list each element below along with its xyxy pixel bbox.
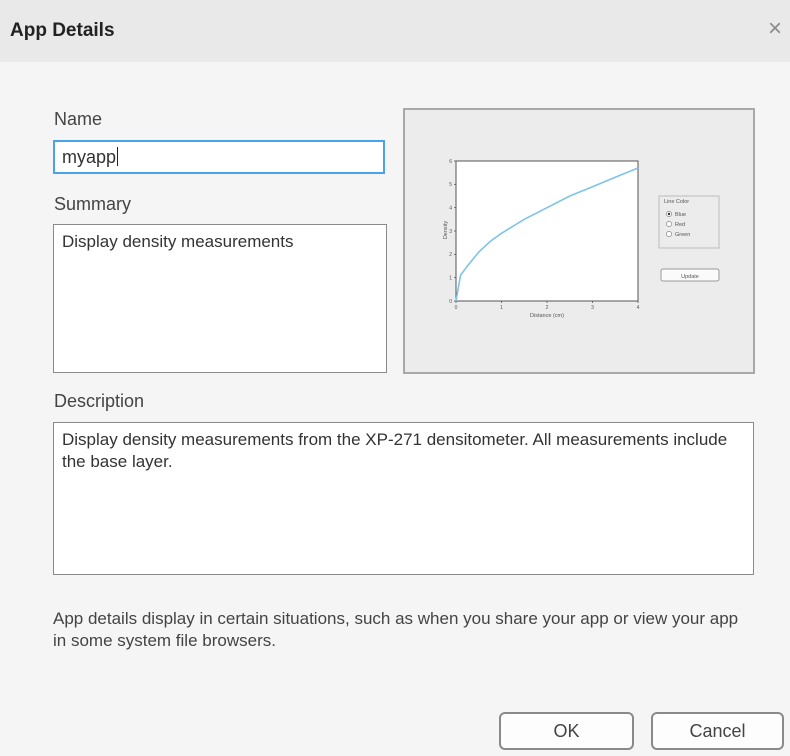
summary-textarea[interactable]: Display density measurements (53, 224, 387, 373)
text-caret (117, 147, 119, 166)
preview-ylabel: Density (443, 221, 449, 240)
preview-y-tick-label: 3 (449, 229, 452, 235)
preview-y-tick-label: 1 (449, 275, 452, 281)
preview-x-tick-label: 3 (591, 305, 594, 311)
preview-y-tick-label: 4 (449, 205, 452, 211)
radio-label-red: Red (675, 222, 685, 228)
summary-label: Summary (54, 194, 132, 214)
name-label: Name (54, 109, 103, 129)
update-button-label: Update (681, 274, 699, 280)
preview-y-tick-label: 6 (449, 159, 452, 165)
app-screenshot-preview[interactable]: 0 1 2 3 4 5 6 0 1 2 3 4 Density Distance (cm) Line… (403, 108, 755, 374)
ok-button[interactable]: OK (499, 712, 634, 750)
radio-red (666, 221, 672, 227)
cancel-button[interactable]: Cancel (651, 712, 784, 750)
preview-x-tick-label: 2 (546, 305, 549, 311)
name-input[interactable]: myapp (53, 140, 385, 174)
preview-x-tick-label: 4 (637, 305, 640, 311)
preview-y-tick-label: 5 (449, 182, 452, 188)
summary-text: Display density measurements (62, 232, 294, 251)
radio-selected-dot (667, 212, 671, 216)
preview-x-ticks: 0 1 2 3 4 (455, 301, 640, 311)
description-text: Display density measurements from the XP… (62, 430, 728, 471)
radio-green (666, 231, 672, 237)
name-input-value: myapp (62, 147, 117, 167)
description-textarea[interactable]: Display density measurements from the XP… (53, 422, 754, 575)
dialog-titlebar: App Details × (0, 0, 790, 62)
dialog-title: App Details (10, 20, 115, 41)
preview-figure: 0 1 2 3 4 5 6 0 1 2 3 4 Density Distance (cm) Line… (443, 159, 720, 319)
description-label: Description (54, 391, 145, 411)
radio-label-green: Green (675, 232, 690, 238)
preview-plot-area (455, 160, 639, 302)
preview-y-tick-label: 0 (449, 299, 452, 305)
app-details-note: App details display in certain situation… (53, 609, 739, 650)
preview-y-ticks: 0 1 2 3 4 5 6 (449, 159, 456, 305)
preview-x-tick-label: 0 (455, 305, 458, 311)
close-icon[interactable]: × (768, 17, 782, 41)
preview-x-tick-label: 1 (500, 305, 503, 311)
line-color-title: Line Color (664, 199, 689, 205)
preview-xlabel: Distance (cm) (530, 313, 564, 319)
line-color-radios: Blue Red Green (666, 211, 690, 238)
preview-y-tick-label: 2 (449, 252, 452, 258)
radio-label-blue: Blue (675, 212, 686, 218)
